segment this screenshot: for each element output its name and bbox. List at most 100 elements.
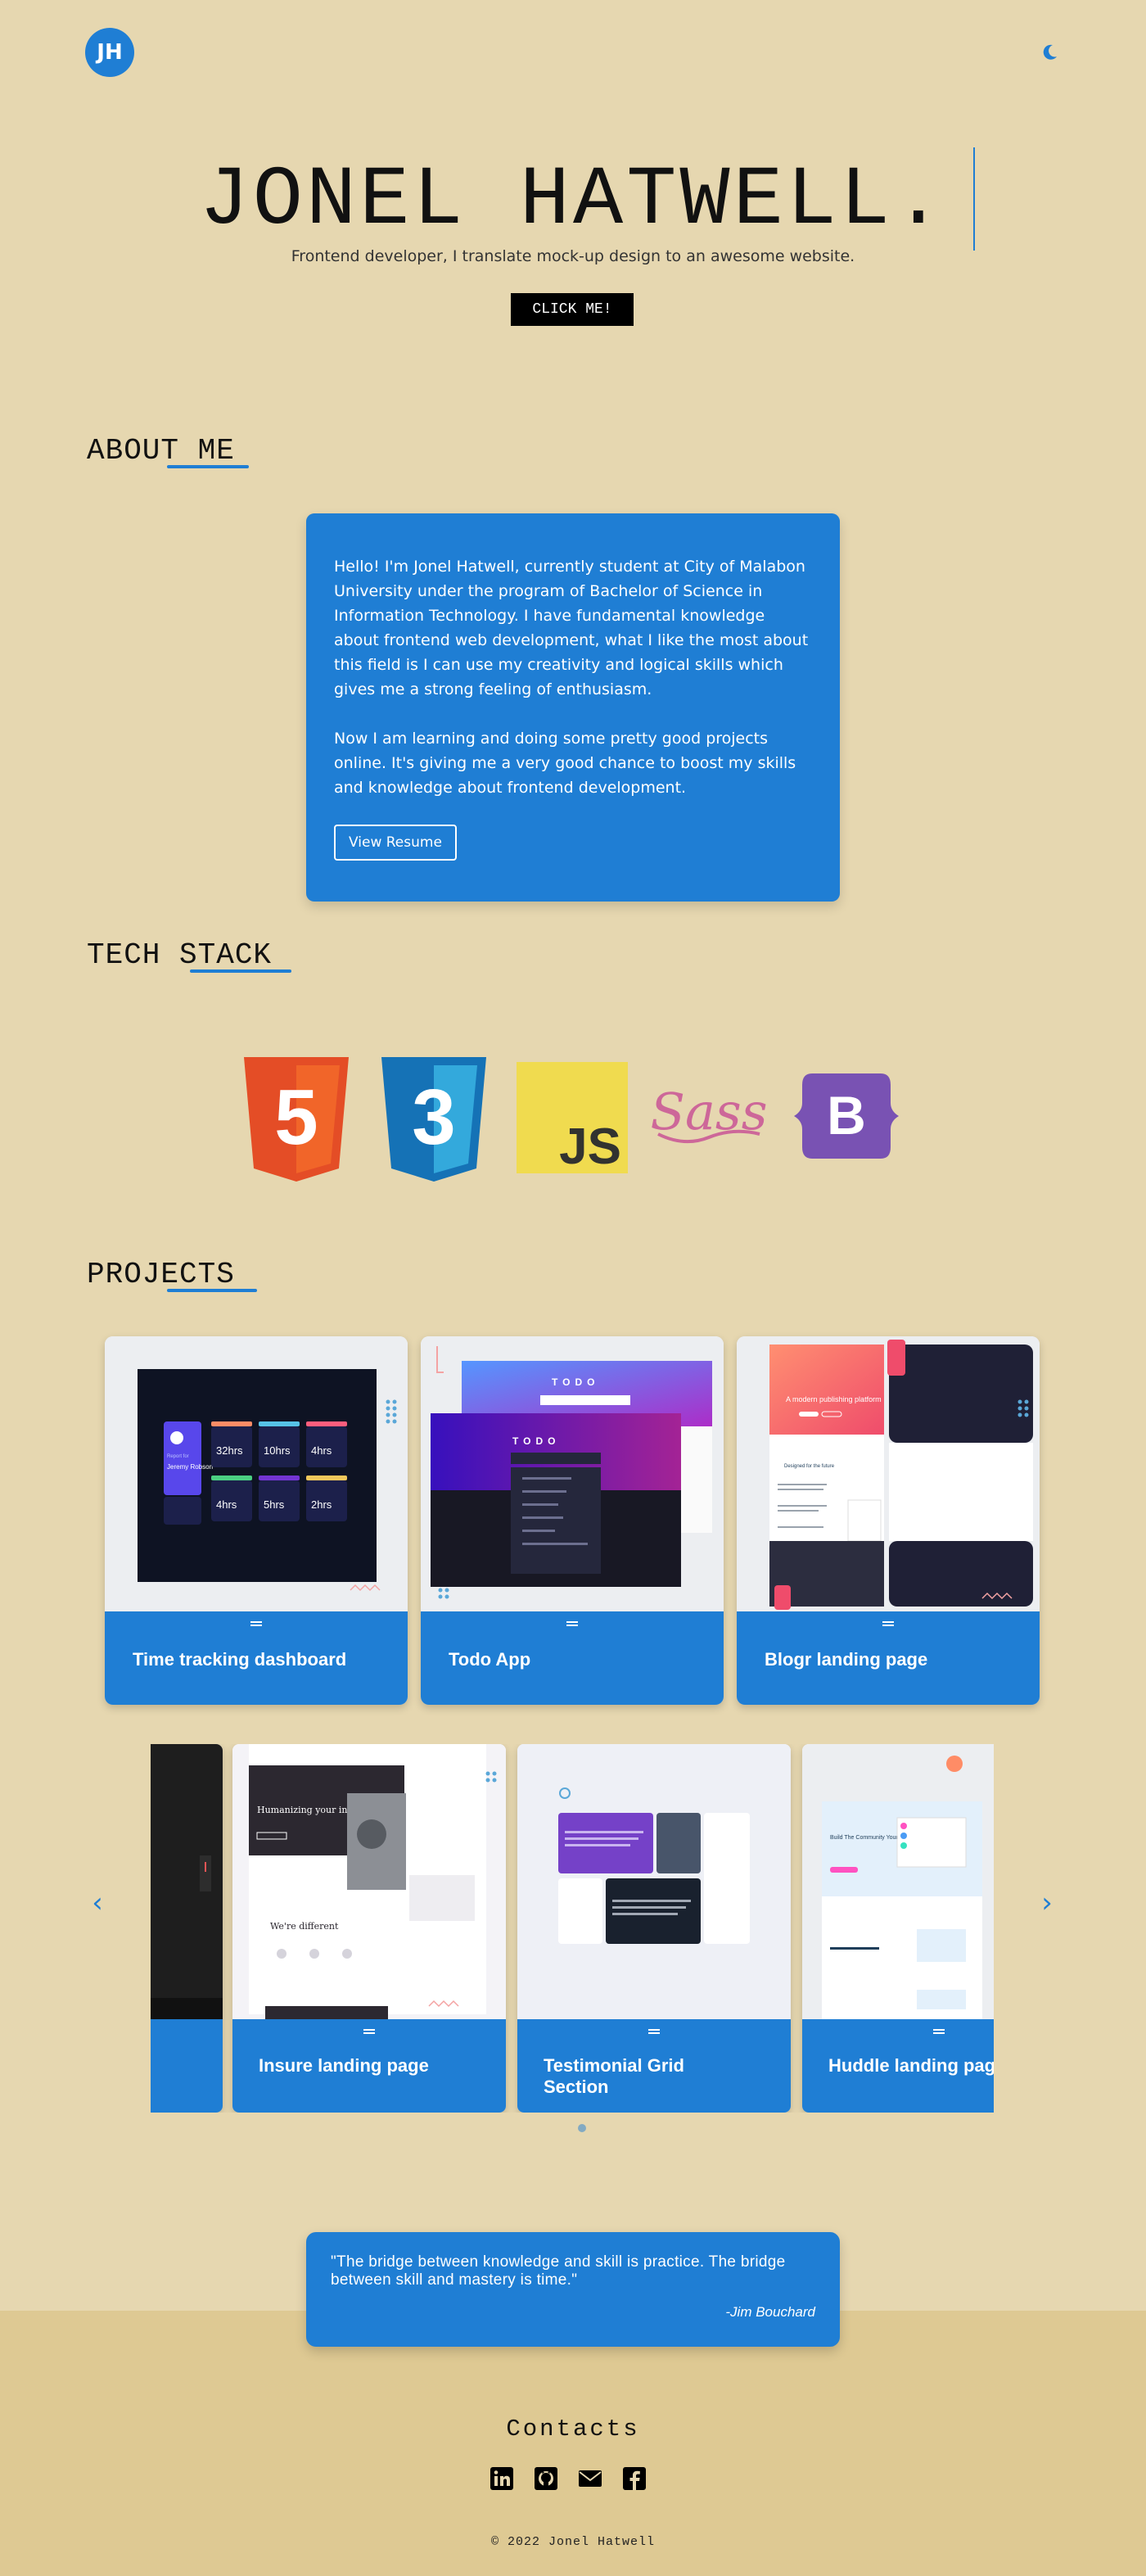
quote-author: -Jim Bouchard xyxy=(725,2304,815,2320)
insure-preview: Humanizing your insurance. We're differe… xyxy=(232,1744,506,2019)
project-thumbnail: A modern publishing platform Designed fo… xyxy=(737,1336,1040,1611)
user-name: Jeremy Robson xyxy=(167,1463,213,1471)
contacts-heading: Contacts xyxy=(506,2416,640,2443)
project-title: Insure landing page xyxy=(259,2055,429,2076)
project-title: Todo App xyxy=(449,1649,531,1670)
project-card-blogr[interactable]: A modern publishing platform Designed fo… xyxy=(737,1336,1040,1705)
project-thumbnail: Build The Community Your Fans Will Love xyxy=(802,1744,994,2019)
click-me-button[interactable]: CLICK ME! xyxy=(511,293,634,326)
tech-stack-heading: TECH STACK xyxy=(87,938,291,973)
carousel-card-huddle[interactable]: Build The Community Your Fans Will Love … xyxy=(802,1744,994,2113)
javascript-label: JS xyxy=(559,1119,621,1173)
theme-toggle-button[interactable] xyxy=(1033,36,1066,69)
email-link[interactable] xyxy=(578,2466,602,2491)
project-card-footer: Insure landing page xyxy=(232,2019,506,2113)
project-thumbnail: TODO TODO xyxy=(421,1336,724,1611)
stat-value: 4hrs xyxy=(311,1444,332,1457)
sass-logo-icon: Sass xyxy=(652,1082,766,1144)
hero-subtitle: Frontend developer, I translate mock-up … xyxy=(291,247,855,265)
carousel-indicator-dot[interactable] xyxy=(578,2124,586,2132)
huddle-preview: Build The Community Your Fans Will Love xyxy=(802,1744,994,2019)
bootstrap-logo-icon: B xyxy=(794,1073,899,1159)
heading-underline xyxy=(167,465,249,468)
carousel-next-button[interactable]: › xyxy=(1035,1887,1059,1919)
project-thumbnail: Report for Jeremy Robson 32hrs 10hrs 4hr… xyxy=(105,1336,408,1611)
projects-heading-text: PROJECTS xyxy=(87,1258,235,1291)
quote-card: "The bridge between knowledge and skill … xyxy=(306,2232,840,2347)
quote-text: "The bridge between knowledge and skill … xyxy=(331,2253,786,2289)
project-card-footer: Blogr landing page xyxy=(737,1611,1040,1705)
about-paragraph-2: Now I am learning and doing some pretty … xyxy=(334,730,796,797)
github-link[interactable] xyxy=(534,2466,558,2491)
envelope-icon xyxy=(579,2470,602,2487)
project-card-todo[interactable]: TODO TODO Todo App xyxy=(421,1336,724,1705)
copyright-text: © 2022 Jonel Hatwell xyxy=(490,2535,656,2549)
insure-section: We're different xyxy=(270,1921,339,1932)
tech-stack-heading-text: TECH STACK xyxy=(87,938,273,972)
project-thumbnail xyxy=(151,1744,223,2019)
project-title: Huddle landing page xyxy=(828,2055,994,2076)
menu-handle-icon xyxy=(933,2029,945,2034)
chevron-right-icon: › xyxy=(1041,1887,1053,1919)
stat-value: 2hrs xyxy=(311,1498,332,1511)
about-card: Hello! I'm Jonel Hatwell, currently stud… xyxy=(306,513,840,902)
site-logo[interactable]: JH xyxy=(85,28,134,77)
project-card-footer: Todo App xyxy=(421,1611,724,1705)
user-label: Report for xyxy=(167,1454,189,1459)
typing-cursor xyxy=(973,147,975,251)
projects-heading: PROJECTS xyxy=(87,1258,257,1292)
heading-underline xyxy=(167,1289,257,1292)
javascript-logo-icon: JS xyxy=(517,1062,628,1173)
project-title: Testimonial Grid Section xyxy=(544,2055,684,2097)
stat-value: 10hrs xyxy=(264,1444,291,1457)
carousel-card-partial[interactable] xyxy=(151,1744,223,2113)
bootstrap-label: B xyxy=(827,1085,866,1146)
menu-handle-icon xyxy=(363,2029,375,2034)
heading-underline xyxy=(190,969,291,973)
facebook-link[interactable] xyxy=(622,2466,647,2491)
menu-handle-icon xyxy=(648,2029,660,2034)
carousel-card-testimonial[interactable]: Testimonial Grid Section xyxy=(517,1744,791,2113)
blogr-section: Designed for the future xyxy=(784,1464,835,1469)
linkedin-link[interactable] xyxy=(490,2466,514,2491)
project-card-footer: Testimonial Grid Section xyxy=(517,2019,791,2113)
about-paragraph-1: Hello! I'm Jonel Hatwell, currently stud… xyxy=(334,558,809,698)
todo-preview: TODO TODO xyxy=(421,1336,724,1611)
linkedin-icon xyxy=(490,2467,513,2490)
blogr-headline: A modern publishing platform xyxy=(786,1395,882,1403)
view-resume-button[interactable]: View Resume xyxy=(334,825,457,861)
menu-handle-icon xyxy=(250,1621,262,1626)
blogr-preview: A modern publishing platform Designed fo… xyxy=(737,1336,1040,1611)
project-thumbnail xyxy=(517,1744,791,2019)
project-title: Blogr landing page xyxy=(765,1649,928,1670)
stat-value: 5hrs xyxy=(264,1498,285,1511)
project-thumbnail: Humanizing your insurance. We're differe… xyxy=(232,1744,506,2019)
project-card-time-tracking[interactable]: Report for Jeremy Robson 32hrs 10hrs 4hr… xyxy=(105,1336,408,1705)
tech-stack-logos: 5 3 JS Sass B xyxy=(241,1054,912,1185)
partial-preview xyxy=(151,1744,223,2019)
html5-label: 5 xyxy=(274,1073,318,1161)
about-heading: ABOUT ME xyxy=(87,434,249,468)
facebook-icon xyxy=(623,2467,646,2490)
carousel-card-insure[interactable]: Humanizing your insurance. We're differe… xyxy=(232,1744,506,2113)
stat-value: 4hrs xyxy=(216,1498,237,1511)
menu-handle-icon xyxy=(882,1621,894,1626)
todo-title: TODO xyxy=(512,1435,560,1447)
about-heading-text: ABOUT ME xyxy=(87,434,235,468)
carousel-prev-button[interactable]: ‹ xyxy=(85,1887,110,1919)
testimonial-preview xyxy=(517,1744,791,2019)
time-tracking-preview: Report for Jeremy Robson 32hrs 10hrs 4hr… xyxy=(105,1336,408,1611)
project-card-footer: Time tracking dashboard xyxy=(105,1611,408,1705)
github-icon xyxy=(535,2467,557,2490)
stat-value: 32hrs xyxy=(216,1444,243,1457)
social-links xyxy=(490,2466,661,2494)
moon-icon xyxy=(1043,44,1057,60)
css3-logo-icon: 3 xyxy=(381,1057,486,1182)
menu-handle-icon xyxy=(566,1621,578,1626)
projects-carousel[interactable]: Humanizing your insurance. We're differe… xyxy=(151,1744,994,2113)
html5-logo-icon: 5 xyxy=(244,1057,349,1182)
project-card-footer: Huddle landing page xyxy=(802,2019,994,2113)
css3-label: 3 xyxy=(412,1073,455,1161)
project-title: Time tracking dashboard xyxy=(133,1649,347,1670)
todo-title: TODO xyxy=(552,1376,599,1388)
